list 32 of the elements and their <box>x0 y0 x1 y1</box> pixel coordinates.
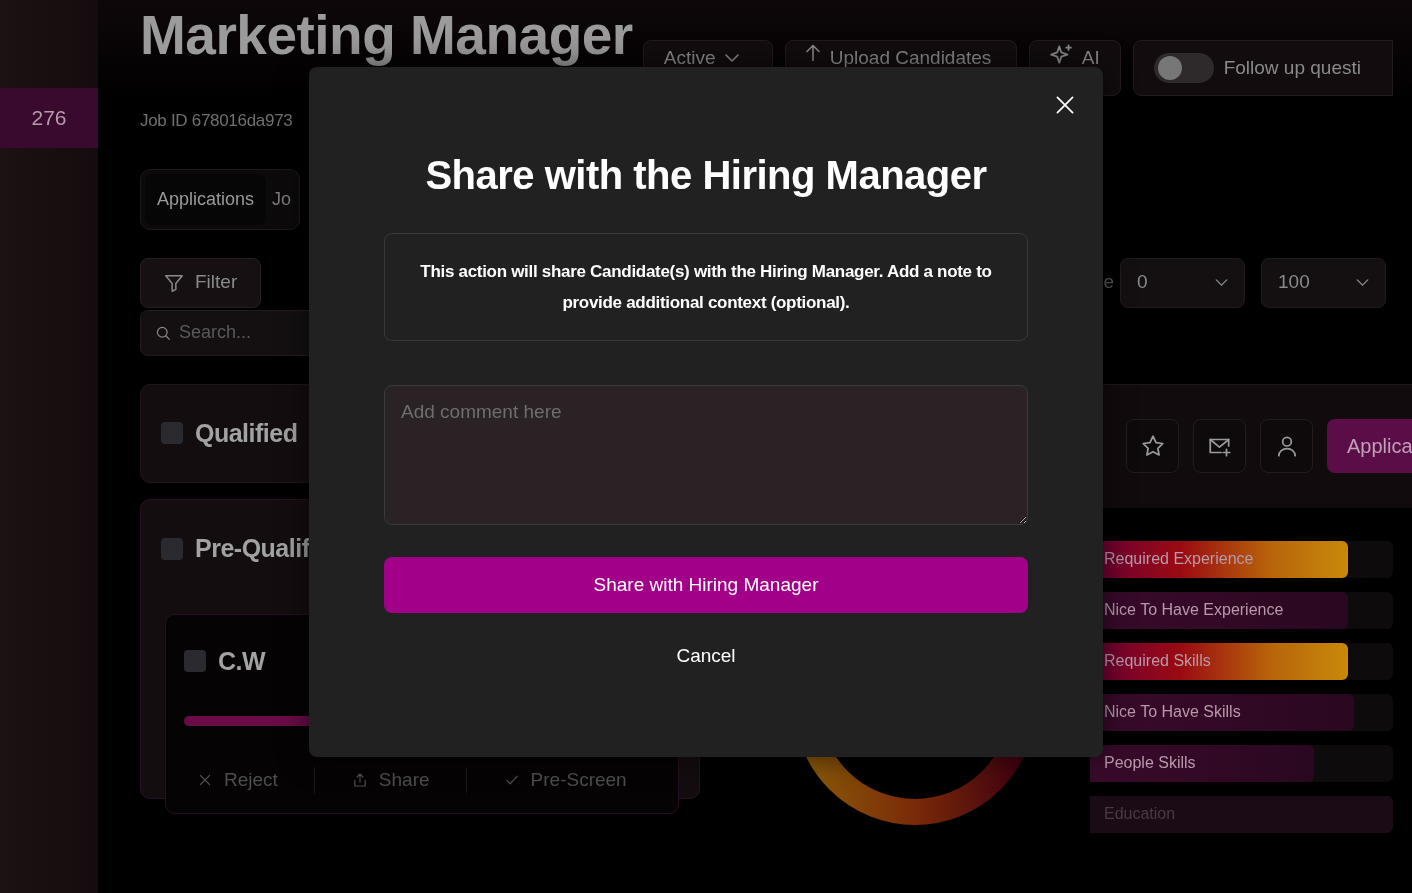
tab[interactable]: Applications <box>145 173 267 225</box>
filter-button[interactable]: Filter <box>140 257 261 308</box>
chevron-down-icon <box>1356 279 1369 286</box>
applications-button[interactable]: Applica <box>1327 419 1412 473</box>
tab[interactable]: Jo <box>268 173 296 225</box>
comment-field[interactable]: Add comment here <box>384 385 1028 525</box>
toggle-label: Follow up questi <box>1223 55 1361 80</box>
stage-title: Pre-Qualif <box>195 533 310 564</box>
star-button[interactable] <box>1126 419 1179 473</box>
toggle-switch[interactable] <box>1153 53 1214 83</box>
mail-button[interactable] <box>1193 419 1246 473</box>
sparkle-icon <box>1049 44 1072 64</box>
upload-icon <box>805 44 820 62</box>
candidate-name: C.W <box>218 645 266 677</box>
cancel-button[interactable]: Cancel <box>670 641 742 672</box>
person-button[interactable] <box>1260 419 1313 473</box>
sidebar-item[interactable]: 276 <box>0 88 98 148</box>
checkbox[interactable] <box>184 650 206 673</box>
star-icon <box>1139 433 1166 459</box>
range-select[interactable]: 0 <box>1120 257 1245 308</box>
chevron-down-icon <box>725 54 740 62</box>
share-button[interactable]: Share with Hiring Manager <box>384 557 1028 613</box>
stage-title: Qualified <box>195 417 298 449</box>
range-label: e <box>1103 270 1114 295</box>
checkbox[interactable] <box>161 537 183 560</box>
chevron-down-icon <box>1215 279 1228 286</box>
job-id: Job ID 678016da973 <box>140 110 293 132</box>
range-select[interactable]: 100 <box>1261 257 1386 308</box>
checkbox[interactable] <box>161 422 183 445</box>
dialog-title: Share with the Hiring Manager <box>425 152 987 199</box>
score-bar: People Skills <box>1090 744 1315 782</box>
dialog-message: This action will share Candidate(s) with the Hiring Manager. Add a note to provide additional context (optional). <box>419 261 993 314</box>
